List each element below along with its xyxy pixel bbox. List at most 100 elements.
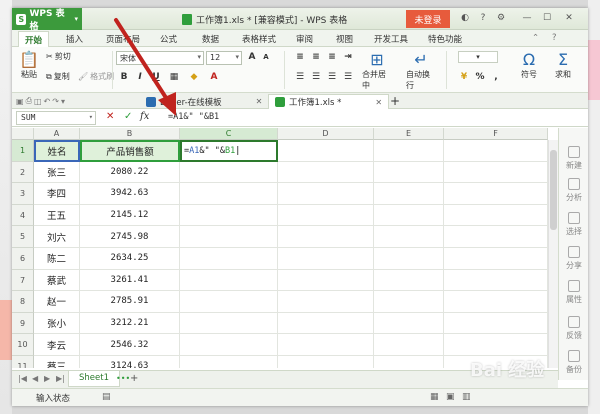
merge-center-button[interactable]: ⊞ 合并居中 [362,49,392,91]
grid-cell[interactable] [278,334,374,356]
column-header-a[interactable]: A [34,128,80,140]
grid-cell[interactable] [374,204,444,227]
name-cell[interactable]: 刘六 [34,226,80,248]
preview-icon[interactable]: ◫ [34,97,42,106]
sales-cell[interactable]: 2546.32 [80,334,180,356]
grid-cell[interactable] [374,291,444,313]
wrap-text-button[interactable]: ↵ 自动换行 [406,49,436,91]
collapse-ribbon-icon[interactable]: ⌃ [532,33,539,43]
close-tab-icon[interactable]: ✕ [256,97,263,106]
row-header[interactable]: 1 [12,140,34,162]
name-cell[interactable]: 赵一 [34,291,80,313]
vertical-scrollbar[interactable] [548,140,558,368]
row-header[interactable]: 9 [12,312,34,335]
row-header[interactable]: 11 [12,356,34,368]
cell-c1-editing[interactable]: = A1 &" "& B1 | [180,140,278,162]
skin-icon[interactable]: ◐ [458,11,472,25]
last-sheet-icon[interactable]: ▶| [56,374,65,383]
grid-cell[interactable] [180,269,278,292]
sales-cell[interactable]: 2080.22 [80,161,180,184]
sales-cell[interactable]: 3212.21 [80,312,180,335]
column-header-e[interactable]: E [374,128,444,140]
italic-button[interactable]: I [134,71,146,83]
row-header[interactable]: 3 [12,183,34,205]
task-feedback[interactable]: 反馈 [559,316,588,341]
grid-cell[interactable] [180,312,278,335]
minimize-icon[interactable]: — [520,11,534,25]
tab-page-layout[interactable]: 页面布局 [106,33,140,45]
name-cell[interactable]: 陈二 [34,248,80,270]
symbol-button[interactable]: Ω 符号 [514,49,544,80]
tab-insert[interactable]: 插入 [66,33,83,45]
font-size-select[interactable]: 12 ▾ [206,51,242,65]
task-backup[interactable]: 备份 [559,350,588,375]
grid-cell[interactable] [278,140,374,162]
grid-cell[interactable] [374,248,444,270]
grid-cell[interactable] [444,269,548,292]
row-header[interactable]: 10 [12,334,34,356]
app-menu-button[interactable]: S WPS 表格 ▾ [12,8,82,32]
grid-cell[interactable] [180,161,278,184]
tab-view[interactable]: 视图 [336,33,353,45]
row-header[interactable]: 7 [12,269,34,292]
copy-button[interactable]: ⧉ 复制 [46,71,70,82]
grid-cell[interactable] [278,291,374,313]
task-analyze[interactable]: 分析 [559,178,588,203]
name-cell[interactable]: 蔡三 [34,356,80,368]
sales-cell[interactable]: 3124.63 [80,356,180,368]
scrollbar-thumb[interactable] [550,150,557,230]
bold-button[interactable]: B [118,71,130,83]
align-top-icon[interactable]: ≡ [294,51,306,63]
select-all-corner[interactable] [12,128,34,140]
page-layout-view-icon[interactable]: ▣ [446,392,455,402]
name-cell[interactable]: 李云 [34,334,80,356]
grid-cell[interactable] [180,291,278,313]
undo-icon[interactable]: ↶ [44,97,51,106]
align-bottom-icon[interactable]: ≡ [326,51,338,63]
grid-cell[interactable] [374,161,444,184]
grid-cell[interactable] [278,356,374,368]
font-color-icon[interactable]: A [208,71,220,83]
align-left-icon[interactable]: ☰ [294,71,306,83]
border-icon[interactable]: ▦ [168,71,180,83]
close-tab-icon[interactable]: ✕ [375,98,382,107]
grid-cell[interactable] [444,312,548,335]
name-box[interactable]: SUM ▾ [16,111,96,125]
sales-cell[interactable]: 2634.25 [80,248,180,270]
tab-home[interactable]: 开始 [18,31,50,47]
grid-cell[interactable] [278,248,374,270]
grid-cell[interactable] [374,334,444,356]
first-sheet-icon[interactable]: |◀ [18,374,27,383]
cancel-formula-icon[interactable]: ✕ [106,111,114,122]
align-middle-icon[interactable]: ≡ [310,51,322,63]
grid-cell[interactable] [278,204,374,227]
grid-cell[interactable] [444,161,548,184]
grid-cell[interactable] [374,140,444,162]
help-icon[interactable]: ? [476,11,490,25]
task-properties[interactable]: 属性 [559,280,588,305]
grid-cell[interactable] [180,334,278,356]
grid-cell[interactable] [278,269,374,292]
cut-button[interactable]: ✂ 剪切 [46,51,71,62]
tab-formulas[interactable]: 公式 [160,33,177,45]
doc-tab-docer[interactable]: Docer-在线模板 ✕ [140,94,268,109]
increase-font-icon[interactable]: A [246,51,258,63]
paste-button[interactable]: 📋 粘贴 [14,49,44,80]
format-painter-button[interactable]: 🖌 格式刷 [78,71,114,82]
insert-function-icon[interactable]: fx [140,111,149,122]
grid-cell[interactable] [444,291,548,313]
sales-cell[interactable]: 3942.63 [80,183,180,205]
grid-cell[interactable] [444,204,548,227]
next-sheet-icon[interactable]: ▶ [44,374,50,383]
grid-cell[interactable] [374,226,444,248]
row-header[interactable]: 8 [12,291,34,313]
align-right-icon[interactable]: ☰ [326,71,338,83]
justify-icon[interactable]: ☰ [342,71,354,83]
add-sheet-button[interactable]: + [130,373,138,384]
sum-button[interactable]: Σ 求和 [548,49,578,80]
grid-cell[interactable] [444,334,548,356]
grid-cell[interactable] [180,183,278,205]
cell-a1[interactable]: 姓名 [34,140,80,162]
row-header[interactable]: 5 [12,226,34,248]
grid-cell[interactable] [374,269,444,292]
